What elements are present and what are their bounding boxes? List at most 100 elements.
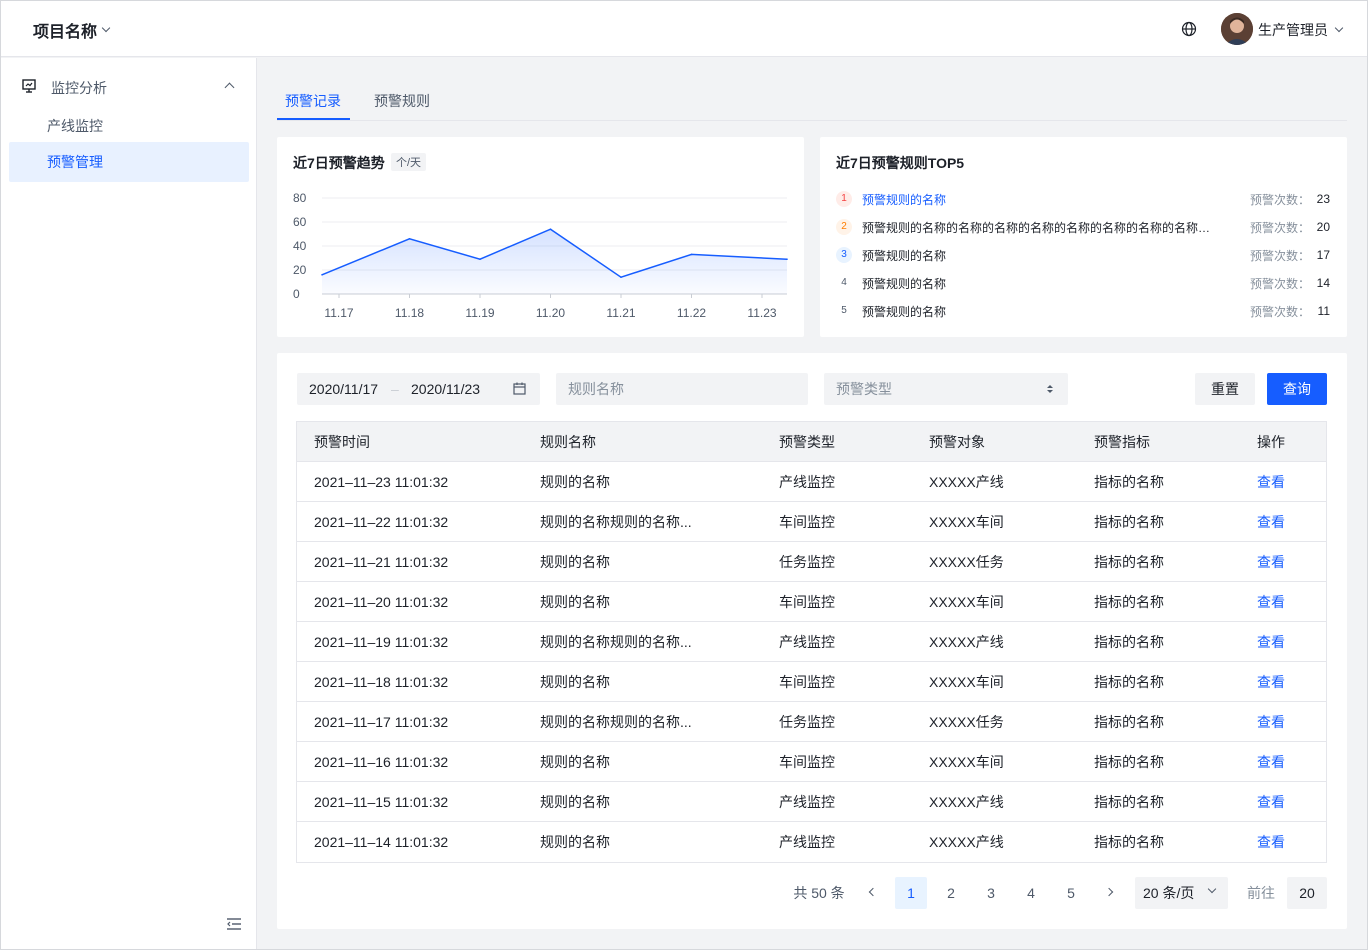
page-4[interactable]: 4 — [1015, 877, 1047, 909]
page-5[interactable]: 5 — [1055, 877, 1087, 909]
alert-target: XXXXX车间 — [929, 754, 1004, 770]
alert-type: 产线监控 — [779, 794, 835, 810]
rule-name: 规则的名称 — [540, 794, 610, 810]
alert-type-select[interactable]: 预警类型 — [824, 373, 1068, 405]
view-link[interactable]: 查看 — [1257, 622, 1285, 662]
rank-badge: 4 — [841, 277, 847, 288]
active-tab-indicator — [277, 118, 350, 120]
top5-card: 近7日预警规则TOP5 1 预警规则的名称 预警次数： 23 2 预警规则的名称的名称的名… — [820, 137, 1347, 337]
alert-type-placeholder: 预警类型 — [836, 381, 892, 397]
view-link[interactable]: 查看 — [1257, 822, 1285, 862]
table-row: 2021–11–23 11:01:32 规则的名称 产线监控 XXXXX产线 指标的名称… — [297, 462, 1326, 502]
rule-name: 规则的名称 — [540, 554, 610, 570]
date-separator: – — [391, 381, 399, 397]
top5-item[interactable]: 5 预警规则的名称 预警次数： 11 — [836, 301, 1330, 321]
alert-time: 2021–11–18 11:01:32 — [314, 674, 449, 690]
page-3[interactable]: 3 — [975, 877, 1007, 909]
rule-name: 规则的名称 — [540, 754, 610, 770]
series-area — [322, 229, 787, 294]
count-label: 预警次数： — [1249, 304, 1310, 319]
alert-records-table: 预警时间 规则名称 预警类型 预警对象 预警指标 操作 2021–11–23 1… — [296, 421, 1327, 863]
pagination-total: 共 50 条 — [793, 885, 845, 901]
top5-item[interactable]: 4 预警规则的名称 预警次数： 14 — [836, 273, 1330, 293]
alert-type: 任务监控 — [779, 714, 835, 730]
y-tick-label: 60 — [293, 215, 307, 229]
alert-target: XXXXX任务 — [929, 714, 1004, 730]
alert-target: XXXXX车间 — [929, 514, 1004, 530]
rule-name: 预警规则的名称 — [862, 192, 947, 207]
alert-target: XXXXX车间 — [929, 594, 1004, 610]
column-header: 预警时间 — [314, 434, 370, 450]
alert-metric: 指标的名称 — [1094, 794, 1164, 810]
alert-time: 2021–11–15 11:01:32 — [314, 794, 449, 810]
top5-title: 近7日预警规则TOP5 — [836, 155, 965, 171]
top5-item[interactable]: 3 预警规则的名称 预警次数： 17 — [836, 245, 1330, 265]
goto-input[interactable]: 20 — [1287, 877, 1327, 909]
count-label: 预警次数： — [1249, 192, 1310, 207]
tab-bar: 预警记录 预警规则 — [277, 86, 1347, 121]
alert-type: 产线监控 — [779, 634, 835, 650]
y-tick-label: 40 — [293, 239, 307, 253]
page-1[interactable]: 1 — [895, 877, 927, 909]
date-end[interactable]: 2020/11/23 — [411, 373, 480, 405]
column-header: 预警对象 — [929, 434, 985, 450]
x-tick-label: 11.18 — [395, 306, 424, 320]
project-switcher[interactable]: 项目名称 — [33, 18, 111, 42]
alert-time: 2021–11–17 11:01:32 — [314, 714, 449, 730]
menu-fold-icon[interactable] — [227, 918, 241, 930]
table-row: 2021–11–19 11:01:32 规则的名称规则的名称... 产线监控 XXXX… — [297, 622, 1326, 662]
alert-time: 2021–11–21 11:01:32 — [314, 554, 449, 570]
view-link[interactable]: 查看 — [1257, 502, 1285, 542]
view-link[interactable]: 查看 — [1257, 582, 1285, 622]
page-size-select[interactable]: 20 条/页 — [1135, 877, 1228, 909]
x-tick-label: 11.17 — [324, 306, 353, 320]
avatar[interactable] — [1221, 13, 1253, 45]
chevron-up-icon[interactable] — [224, 82, 235, 93]
rule-name: 规则的名称 — [540, 474, 610, 490]
page-2[interactable]: 2 — [935, 877, 967, 909]
menu-group-monitoring[interactable]: 监控分析 — [1, 66, 257, 106]
query-button[interactable]: 查询 — [1267, 373, 1327, 405]
rank-badge: 3 — [836, 247, 852, 263]
alert-target: XXXXX产线 — [929, 834, 1004, 850]
rule-name: 规则的名称规则的名称... — [540, 714, 692, 730]
alert-time: 2021–11–16 11:01:32 — [314, 754, 449, 770]
tab-alert-rules[interactable]: 预警规则 — [374, 91, 430, 111]
rank-badge: 5 — [841, 305, 847, 316]
view-link[interactable]: 查看 — [1257, 782, 1285, 822]
sidebar: 监控分析 产线监控 预警管理 — [1, 58, 257, 949]
tab-alert-records[interactable]: 预警记录 — [285, 91, 341, 111]
sidebar-item-alert-manage[interactable]: 预警管理 — [9, 142, 249, 182]
rule-name: 预警规则的名称 — [862, 248, 947, 263]
rule-name: 规则的名称规则的名称... — [540, 634, 692, 650]
data-point — [408, 238, 411, 240]
data-point — [690, 253, 693, 256]
view-link[interactable]: 查看 — [1257, 742, 1285, 782]
view-link[interactable]: 查看 — [1257, 662, 1285, 702]
view-link[interactable]: 查看 — [1257, 702, 1285, 742]
column-header: 预警指标 — [1094, 434, 1150, 450]
globe-icon[interactable] — [1181, 21, 1197, 37]
menu-group-label: 监控分析 — [51, 80, 107, 96]
goto-label: 前往 — [1247, 885, 1275, 901]
view-link[interactable]: 查看 — [1257, 542, 1285, 582]
user-menu[interactable]: 生产管理员 — [1258, 20, 1344, 40]
top5-item[interactable]: 1 预警规则的名称 预警次数： 23 — [836, 189, 1330, 209]
rule-name: 规则的名称 — [540, 834, 610, 850]
alert-type: 车间监控 — [779, 754, 835, 770]
alert-target: XXXXX任务 — [929, 554, 1004, 570]
column-header: 预警类型 — [779, 434, 835, 450]
alert-metric: 指标的名称 — [1094, 674, 1164, 690]
count-label: 预警次数： — [1249, 220, 1310, 235]
rule-name-input[interactable]: 规则名称 — [556, 373, 808, 405]
rule-name: 规则的名称 — [540, 674, 610, 690]
top5-item[interactable]: 2 预警规则的名称的名称的名称的名称的名称的名称的名称的名称的名称… 预警次数： 20 — [836, 217, 1330, 237]
column-header: 操作 — [1257, 434, 1285, 450]
view-link[interactable]: 查看 — [1257, 462, 1285, 502]
x-tick-label: 11.22 — [677, 306, 706, 320]
date-range-picker[interactable]: 2020/11/17 – 2020/11/23 — [297, 373, 540, 405]
chevron-down-icon — [1207, 884, 1217, 894]
sidebar-item-line-monitor[interactable]: 产线监控 — [9, 106, 249, 146]
reset-button[interactable]: 重置 — [1195, 373, 1255, 405]
date-start[interactable]: 2020/11/17 — [309, 373, 378, 405]
